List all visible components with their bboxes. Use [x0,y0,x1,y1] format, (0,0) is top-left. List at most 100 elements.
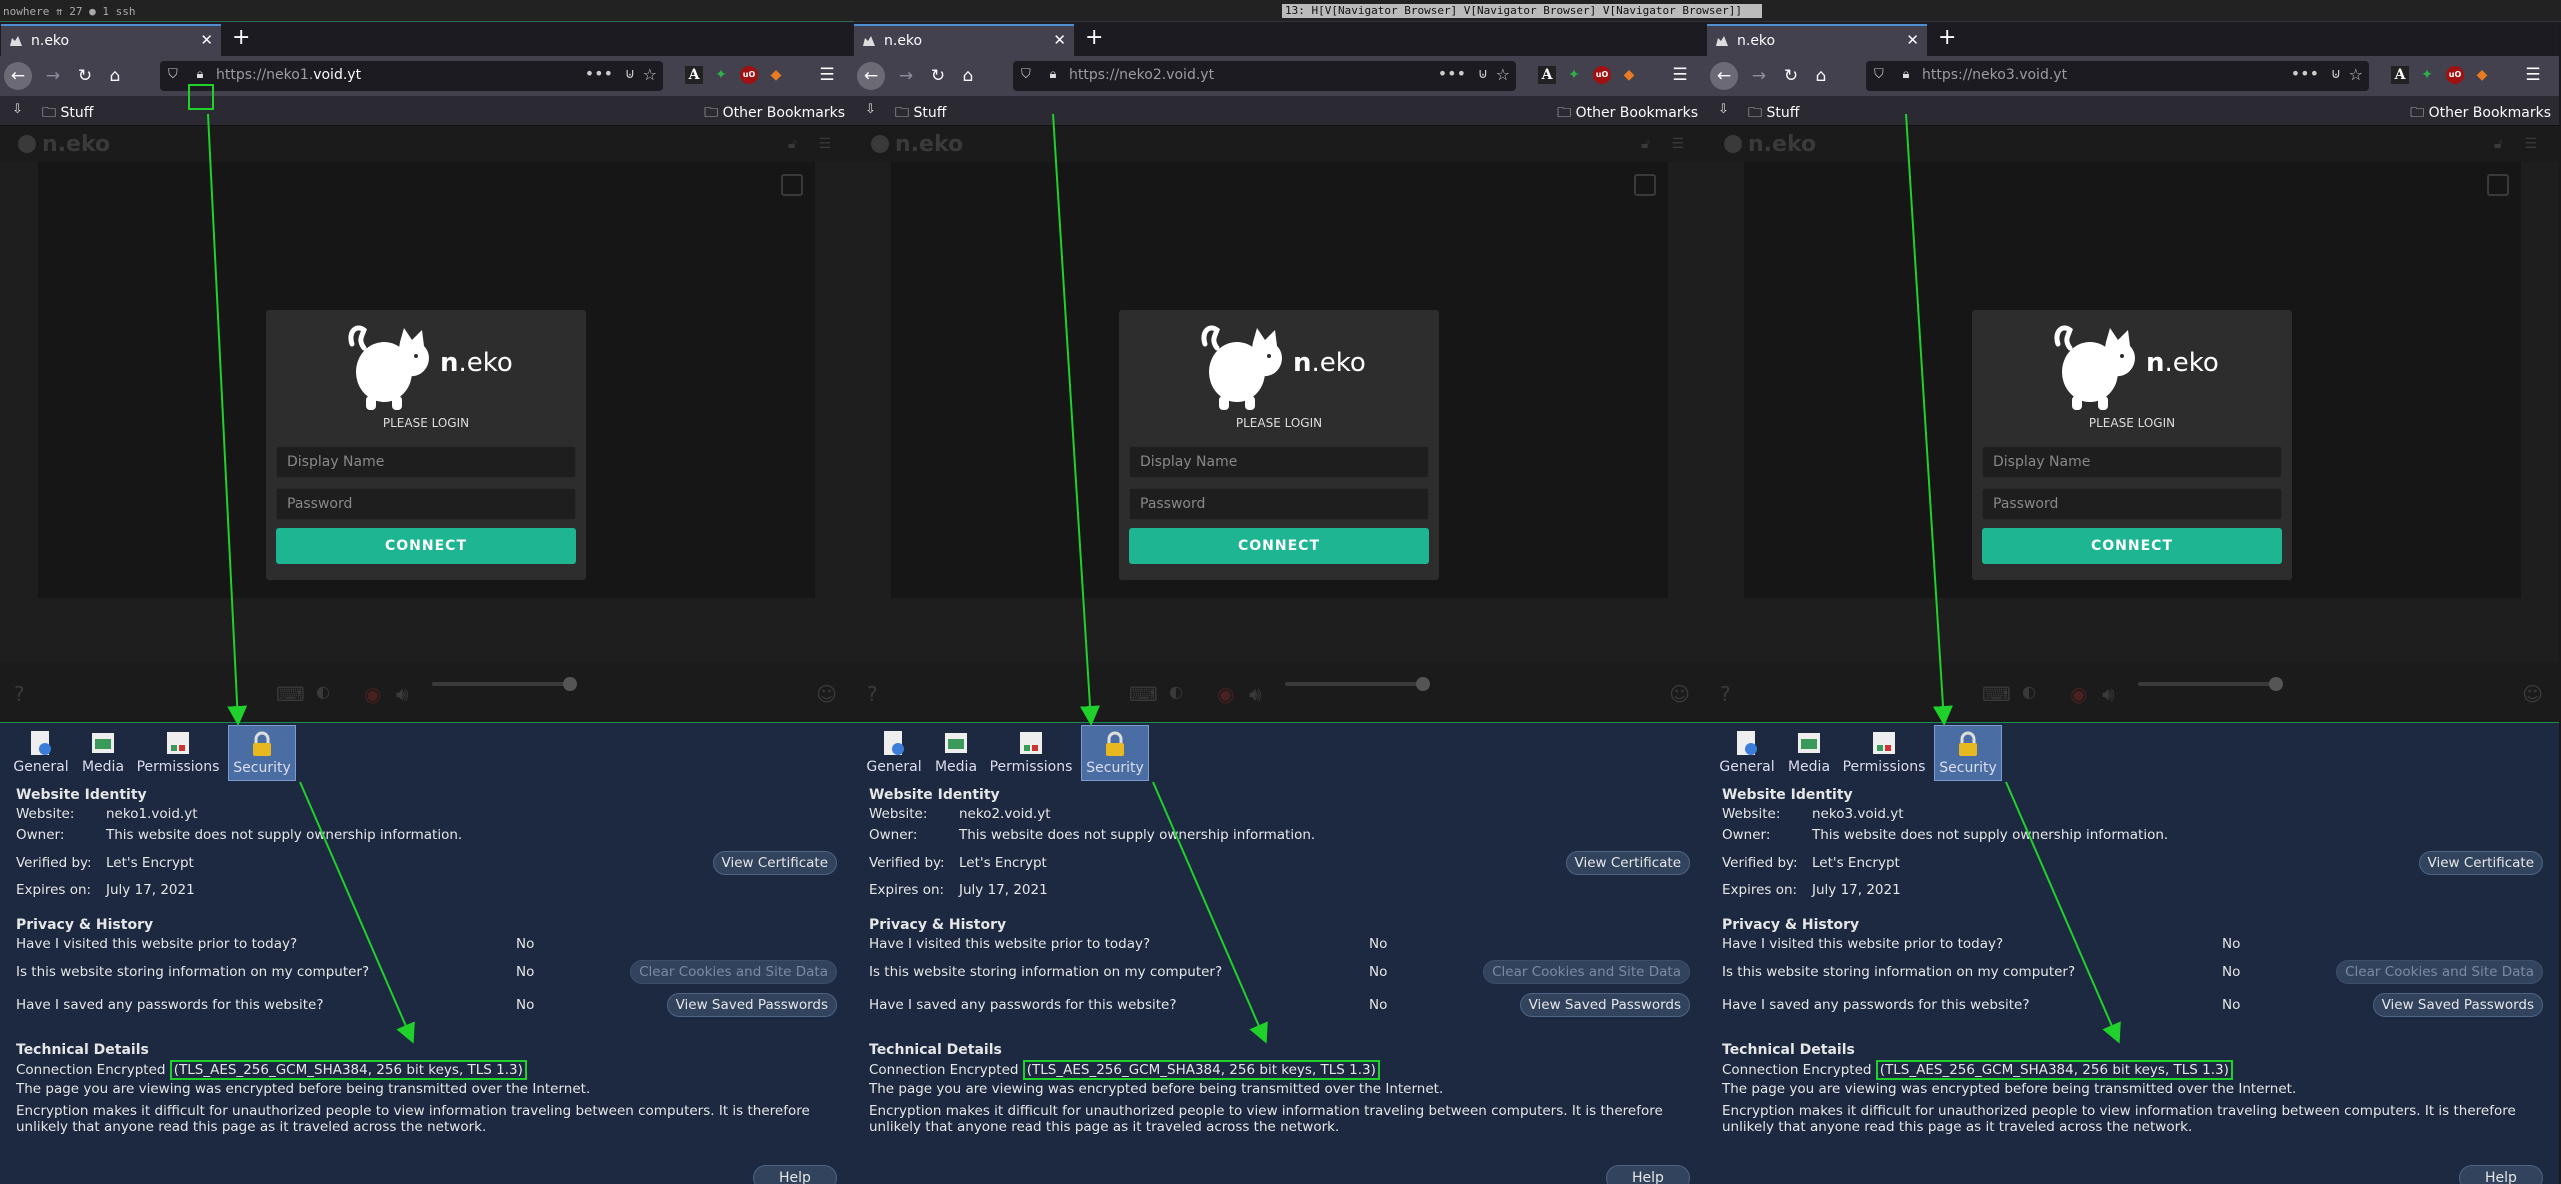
hamburger-menu-icon[interactable]: ☰ [1671,66,1689,84]
help-button[interactable]: Help [1606,1165,1690,1184]
ublock-origin-icon[interactable]: uO [1593,66,1611,84]
help-icon[interactable]: ? [14,682,25,706]
emoji-icon[interactable]: ☺ [2522,682,2543,706]
tab-general[interactable]: General [863,725,925,781]
tab-security[interactable]: Security [1934,725,2002,781]
page-actions-icon[interactable]: ••• [585,64,613,83]
fullscreen-icon[interactable] [781,174,803,196]
connect-button[interactable]: CONNECT [1129,528,1429,564]
record-icon[interactable]: ◉ [364,682,381,706]
menu-icon[interactable]: ☰ [1671,136,1684,152]
new-tab-icon[interactable]: + [1085,25,1103,50]
volume-icon[interactable]: 🔊︎ [2102,682,2115,706]
pocket-icon[interactable]: ⊍ [2331,66,2341,82]
volume-slider[interactable] [2138,677,2283,691]
keyboard-icon[interactable]: ⌨ [1982,682,2011,706]
green-extension-icon[interactable]: ✦ [712,66,730,84]
volume-slider[interactable] [1285,677,1430,691]
bookmark-folder-stuff[interactable]: 🗀︎ Stuff [895,102,946,126]
new-tab-icon[interactable]: + [232,25,250,50]
reload-icon[interactable]: ↻ [74,65,96,87]
menu-icon[interactable]: ☰ [2524,136,2537,152]
tab-media[interactable]: Media [1784,725,1834,781]
password-field[interactable] [276,488,576,520]
translate-extension-icon[interactable]: A [1538,66,1556,84]
page-actions-icon[interactable]: ••• [1438,64,1466,83]
translate-extension-icon[interactable]: A [685,66,703,84]
forward-button-icon[interactable]: → [895,65,917,87]
menu-icon[interactable]: ☰ [818,136,831,152]
unlock-icon[interactable]: 🔓︎ [788,136,797,152]
close-tab-icon[interactable]: ✕ [200,31,213,49]
tab-media[interactable]: Media [931,725,981,781]
other-bookmarks-folder[interactable]: 🗀︎ Other Bookmarks [1557,102,1698,126]
url-bar[interactable]: ⛉ 🔒︎ https://neko1.void.yt ••• ⊍ ☆ [160,61,663,91]
clipboard-icon[interactable]: ◐ [316,682,330,701]
record-icon[interactable]: ◉ [1217,682,1234,706]
tab-media[interactable]: Media [78,725,128,781]
password-field[interactable] [1982,488,2282,520]
connect-button[interactable]: CONNECT [1982,528,2282,564]
tab-general[interactable]: General [1716,725,1778,781]
metamask-fox-icon[interactable]: ◆ [2473,66,2491,84]
back-button-icon[interactable]: ← [4,62,32,90]
password-field[interactable] [1129,488,1429,520]
connect-button[interactable]: CONNECT [276,528,576,564]
clear-cookies-button[interactable]: Clear Cookies and Site Data [1483,960,1690,984]
lock-icon[interactable]: 🔒︎ [1896,65,1916,85]
help-icon[interactable]: ? [867,682,878,706]
view-certificate-button[interactable]: View Certificate [712,851,837,875]
green-extension-icon[interactable]: ✦ [2418,66,2436,84]
back-button-icon[interactable]: ← [857,62,885,90]
help-button[interactable]: Help [753,1165,837,1184]
fullscreen-icon[interactable] [2487,174,2509,196]
emoji-icon[interactable]: ☺ [816,682,837,706]
browser-tab[interactable]: n.eko ✕ [1707,24,1927,56]
view-saved-passwords-button[interactable]: View Saved Passwords [2372,993,2543,1017]
home-icon[interactable]: ⌂ [957,65,979,87]
tab-security[interactable]: Security [228,725,296,781]
clipboard-icon[interactable]: ◐ [1169,682,1183,701]
clear-cookies-button[interactable]: Clear Cookies and Site Data [630,960,837,984]
help-icon[interactable]: ? [1720,682,1731,706]
volume-slider-handle[interactable] [563,677,577,691]
hamburger-menu-icon[interactable]: ☰ [2524,66,2542,84]
keyboard-icon[interactable]: ⌨ [276,682,305,706]
url-bar[interactable]: ⛉ 🔒︎ https://neko2.void.yt ••• ⊍ ☆ [1013,61,1516,91]
browser-tab[interactable]: n.eko ✕ [854,24,1074,56]
home-icon[interactable]: ⌂ [104,65,126,87]
fullscreen-icon[interactable] [1634,174,1656,196]
bookmark-star-icon[interactable]: ☆ [1496,65,1510,84]
tab-general[interactable]: General [10,725,72,781]
bookmark-folder-stuff[interactable]: 🗀︎ Stuff [1748,102,1799,126]
reload-icon[interactable]: ↻ [1780,65,1802,87]
view-saved-passwords-button[interactable]: View Saved Passwords [666,993,837,1017]
tab-permissions[interactable]: Permissions [1840,725,1928,781]
tracking-shield-icon[interactable]: ⛉ [1874,67,1884,82]
pocket-icon[interactable]: ⊍ [625,66,635,82]
lock-icon[interactable]: 🔒︎ [1043,65,1063,85]
url-text[interactable]: https://neko1.void.yt [216,67,361,83]
other-bookmarks-folder[interactable]: 🗀︎ Other Bookmarks [704,102,845,126]
metamask-fox-icon[interactable]: ◆ [767,66,785,84]
volume-icon[interactable]: 🔊︎ [396,682,409,706]
view-saved-passwords-button[interactable]: View Saved Passwords [1519,993,1690,1017]
tab-permissions[interactable]: Permissions [134,725,222,781]
display-name-field[interactable] [276,446,576,478]
bookmark-folder-stuff[interactable]: 🗀︎ Stuff [42,102,93,126]
close-tab-icon[interactable]: ✕ [1906,31,1919,49]
clear-cookies-button[interactable]: Clear Cookies and Site Data [2336,960,2543,984]
lock-icon[interactable]: 🔒︎ [190,65,210,85]
browser-tab[interactable]: n.eko ✕ [1,24,221,56]
bookmark-star-icon[interactable]: ☆ [643,65,657,84]
clipboard-icon[interactable]: ◐ [2022,682,2036,701]
translate-extension-icon[interactable]: A [2391,66,2409,84]
back-button-icon[interactable]: ← [1710,62,1738,90]
record-icon[interactable]: ◉ [2070,682,2087,706]
emoji-icon[interactable]: ☺ [1669,682,1690,706]
volume-slider-handle[interactable] [2269,677,2283,691]
view-certificate-button[interactable]: View Certificate [1565,851,1690,875]
page-actions-icon[interactable]: ••• [2291,64,2319,83]
import-bookmarks-icon[interactable]: ⇩ [865,102,876,117]
reload-icon[interactable]: ↻ [927,65,949,87]
